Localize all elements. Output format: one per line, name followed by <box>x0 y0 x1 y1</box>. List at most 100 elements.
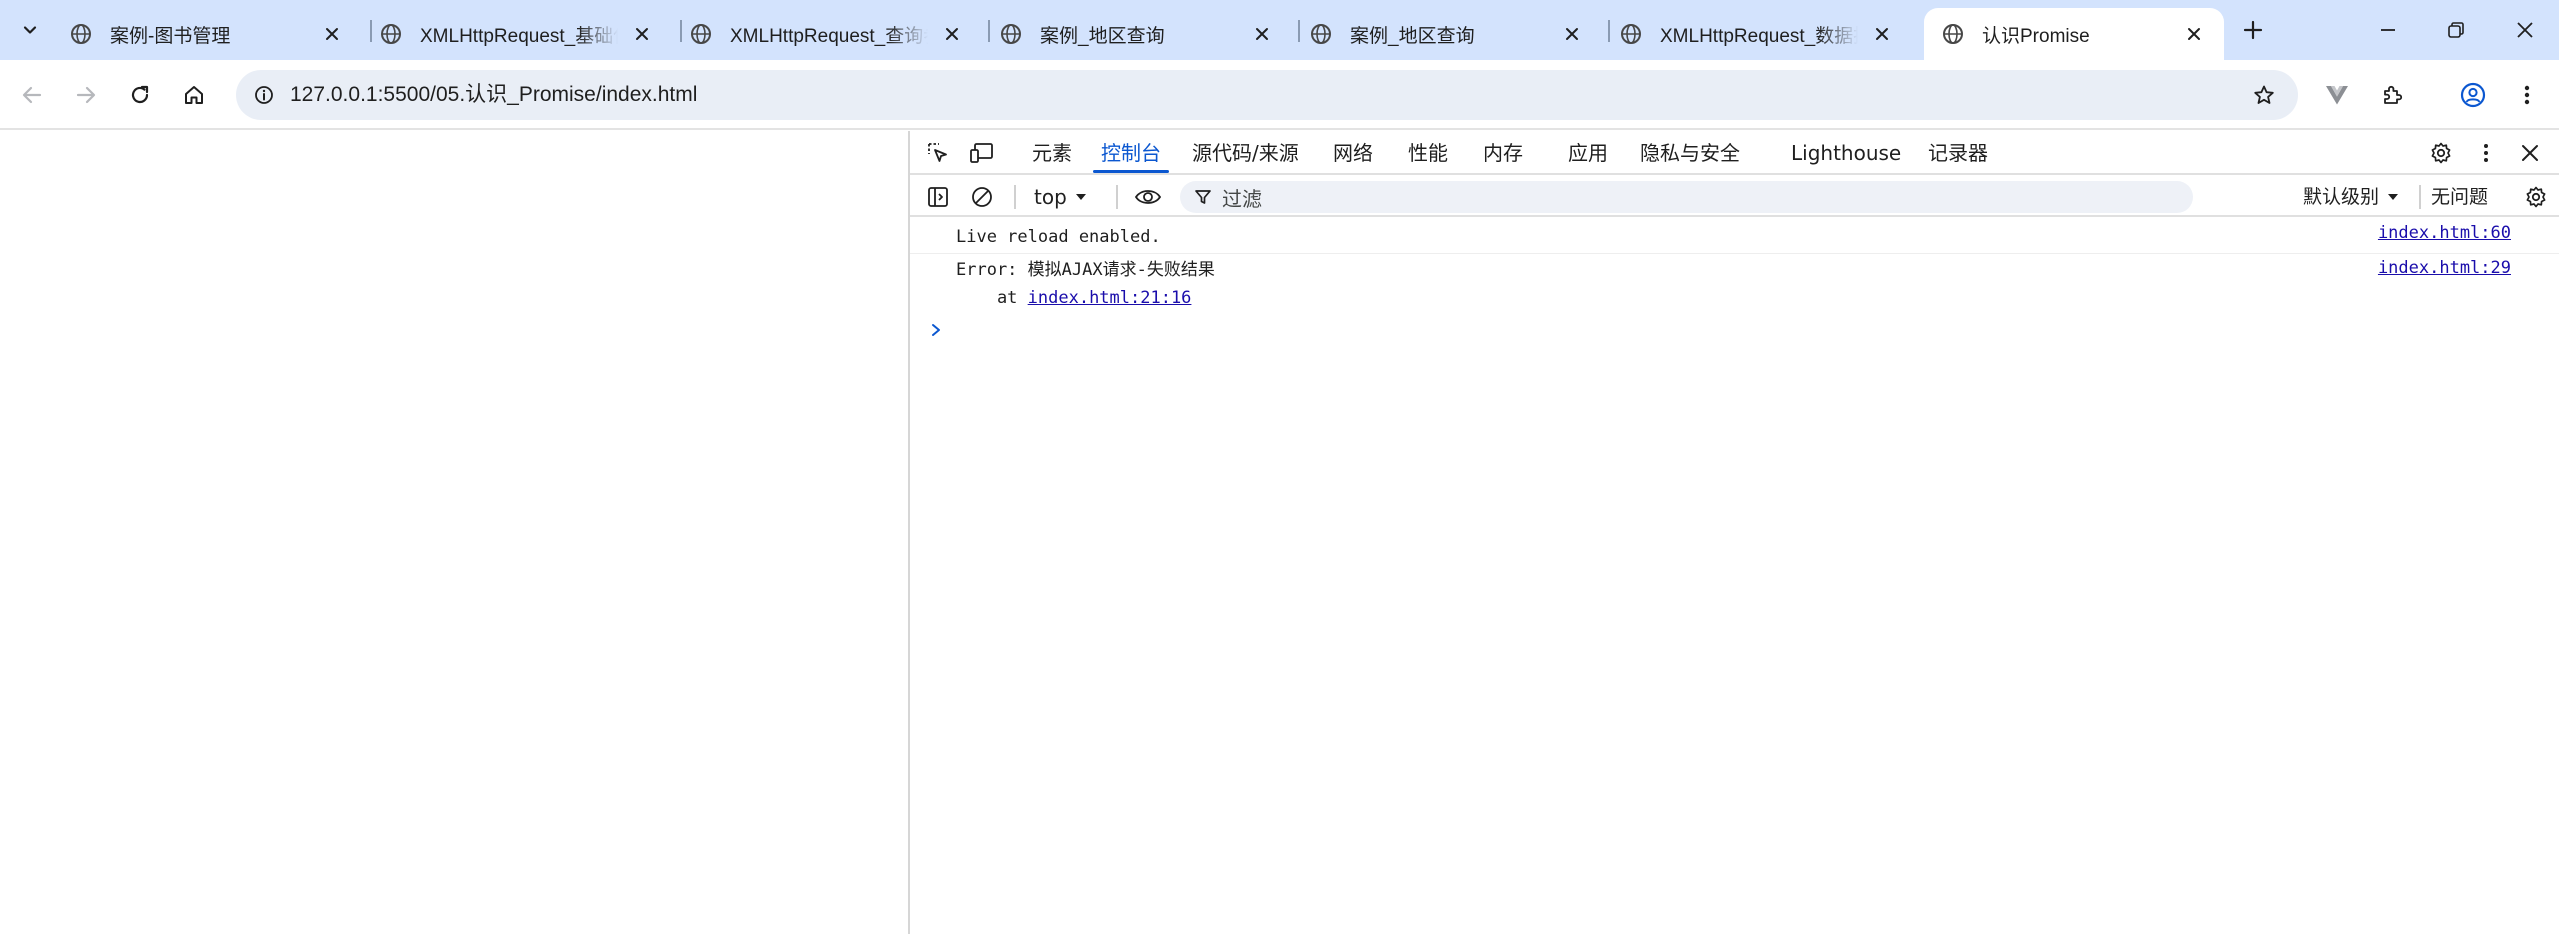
tab-title: 案例-图书管理 <box>110 25 231 47</box>
devtools-tab-console[interactable]: 控制台 <box>1093 131 1169 175</box>
page-viewport <box>0 131 908 934</box>
devtools-tab-performance[interactable]: 性能 <box>1408 131 1448 175</box>
globe-icon <box>381 24 401 44</box>
filter-placeholder: 过滤 <box>1222 186 1262 211</box>
console-settings-icon[interactable] <box>2520 181 2552 213</box>
browser-tab[interactable]: 案例-图书管理 <box>52 8 362 60</box>
more-vertical-icon <box>2524 85 2530 105</box>
close-tab-icon[interactable] <box>1868 20 1896 48</box>
browser-tab[interactable]: XMLHttpRequest_查询参数 <box>672 8 982 60</box>
minimize-button[interactable] <box>2366 8 2410 52</box>
restore-button[interactable] <box>2434 8 2478 52</box>
close-tab-icon[interactable] <box>938 20 966 48</box>
console-messages: Live reload enabled. index.html:60 Error… <box>910 219 2559 348</box>
browser-tab[interactable]: XMLHttpRequest_基础使用 <box>362 8 672 60</box>
vue-devtools-extension-button[interactable] <box>2317 75 2357 115</box>
address-bar[interactable]: 127.0.0.1:5500/05.认识_Promise/index.html <box>236 70 2298 120</box>
devtools-tab-bar: 元素 控制台 源代码/来源 网络 性能 内存 应用 隐私与安全 Lighthou… <box>910 131 2559 175</box>
stack-trace-line: at index.html:21:16 <box>956 284 2559 312</box>
puzzle-icon <box>2384 85 2403 104</box>
devtools-tab-network[interactable]: 网络 <box>1333 131 1373 175</box>
live-expression-eye-icon[interactable] <box>1132 181 1164 213</box>
message-source-link[interactable]: index.html:29 <box>2378 258 2511 278</box>
close-tab-icon[interactable] <box>628 20 656 48</box>
tab-title: XMLHttpRequest_查询参数 <box>730 25 928 47</box>
tab-strip: 案例-图书管理 XMLHttpRequest_基础使用 XMLHttpReque… <box>0 0 2559 60</box>
bookmark-star-icon[interactable] <box>2246 77 2282 113</box>
back-button[interactable] <box>12 75 52 115</box>
url-text[interactable]: 127.0.0.1:5500/05.认识_Promise/index.html <box>290 70 697 120</box>
stack-trace-link[interactable]: index.html:21:16 <box>1028 288 1192 308</box>
browser-tab-active[interactable]: 认识Promise <box>1924 8 2224 60</box>
chevron-down-icon <box>23 26 37 34</box>
console-prompt-row[interactable] <box>910 314 2559 348</box>
browser-menu-button[interactable] <box>2507 75 2547 115</box>
message-source-link[interactable]: index.html:60 <box>2378 223 2511 243</box>
devtools-tab-memory[interactable]: 内存 <box>1483 131 1523 175</box>
error-text: Error: 模拟AJAX请求-失败结果 <box>956 260 1215 280</box>
home-icon <box>185 86 203 104</box>
tab-title: 案例_地区查询 <box>1040 25 1165 47</box>
arrow-right-icon <box>76 86 96 104</box>
devtools-tab-elements[interactable]: 元素 <box>1032 131 1072 175</box>
issues-counter[interactable]: 无问题 <box>2431 181 2488 213</box>
globe-icon <box>1621 24 1641 44</box>
filter-icon <box>1195 190 1211 204</box>
sidebar-toggle-icon[interactable] <box>922 181 954 213</box>
tab-search-button[interactable] <box>10 10 50 50</box>
home-button[interactable] <box>174 75 214 115</box>
close-tab-icon[interactable] <box>1248 20 1276 48</box>
stack-prefix: at <box>956 288 1028 308</box>
close-window-button[interactable] <box>2503 8 2547 52</box>
site-info-icon[interactable] <box>246 77 282 113</box>
clear-console-icon[interactable] <box>966 181 998 213</box>
devtools-tab-sources[interactable]: 源代码/来源 <box>1192 131 1299 175</box>
close-tab-icon[interactable] <box>318 20 346 48</box>
restore-icon <box>2448 22 2464 38</box>
reload-icon <box>131 85 149 104</box>
tab-title: 案例_地区查询 <box>1350 25 1475 47</box>
browser-tab[interactable]: XMLHttpRequest_数据提交 <box>1602 8 1912 60</box>
tab-title: XMLHttpRequest_基础使用 <box>420 25 618 47</box>
console-message-error: Error: 模拟AJAX请求-失败结果 at index.html:21:16… <box>910 254 2559 314</box>
globe-icon <box>71 24 91 44</box>
extensions-button[interactable] <box>2373 75 2413 115</box>
minimize-icon <box>2381 29 2395 31</box>
globe-icon <box>1001 24 1021 44</box>
devtools-tab-application[interactable]: 应用 <box>1568 131 1608 175</box>
toolbar-divider <box>2419 185 2421 209</box>
profile-icon <box>2460 82 2486 108</box>
devtools-tab-lighthouse[interactable]: Lighthouse <box>1791 131 1901 175</box>
prompt-chevron-icon <box>926 320 946 340</box>
vue-icon <box>2326 86 2348 105</box>
close-tab-icon[interactable] <box>1558 20 1586 48</box>
globe-icon <box>1943 24 1963 44</box>
toolbar-divider <box>1014 185 1016 209</box>
console-filter-input[interactable]: 过滤 <box>1180 181 2193 213</box>
console-toolbar: top 过滤 默认级别 无问题 <box>910 177 2559 217</box>
devtools-more-icon[interactable] <box>2470 137 2502 169</box>
log-levels-label: 默认级别 <box>2303 186 2380 208</box>
devtools-tab-privacy-security[interactable]: 隐私与安全 <box>1640 131 1740 175</box>
forward-button[interactable] <box>66 75 106 115</box>
javascript-context-select[interactable]: top <box>1034 181 1087 213</box>
tab-title: 认识Promise <box>1982 25 2090 47</box>
devtools-close-icon[interactable] <box>2514 137 2546 169</box>
log-levels-dropdown[interactable]: 默认级别 <box>2303 181 2399 213</box>
device-toolbar-icon[interactable] <box>966 137 998 169</box>
browser-tab[interactable]: 案例_地区查询 <box>1292 8 1602 60</box>
close-tab-icon[interactable] <box>2180 20 2208 48</box>
context-value: top <box>1034 185 1067 209</box>
reload-button[interactable] <box>120 75 160 115</box>
close-icon <box>2517 22 2533 38</box>
message-text: Live reload enabled. <box>956 227 1161 247</box>
browser-tab[interactable]: 案例_地区查询 <box>982 8 1292 60</box>
new-tab-button[interactable] <box>2235 12 2271 48</box>
devtools-tab-recorder[interactable]: 记录器 <box>1928 131 1988 175</box>
inspect-element-icon[interactable] <box>922 137 954 169</box>
profile-button[interactable] <box>2453 75 2493 115</box>
toolbar-divider <box>1116 185 1118 209</box>
devtools-settings-icon[interactable] <box>2425 137 2457 169</box>
console-message: Live reload enabled. index.html:60 <box>910 219 2559 254</box>
arrow-left-icon <box>22 86 42 104</box>
